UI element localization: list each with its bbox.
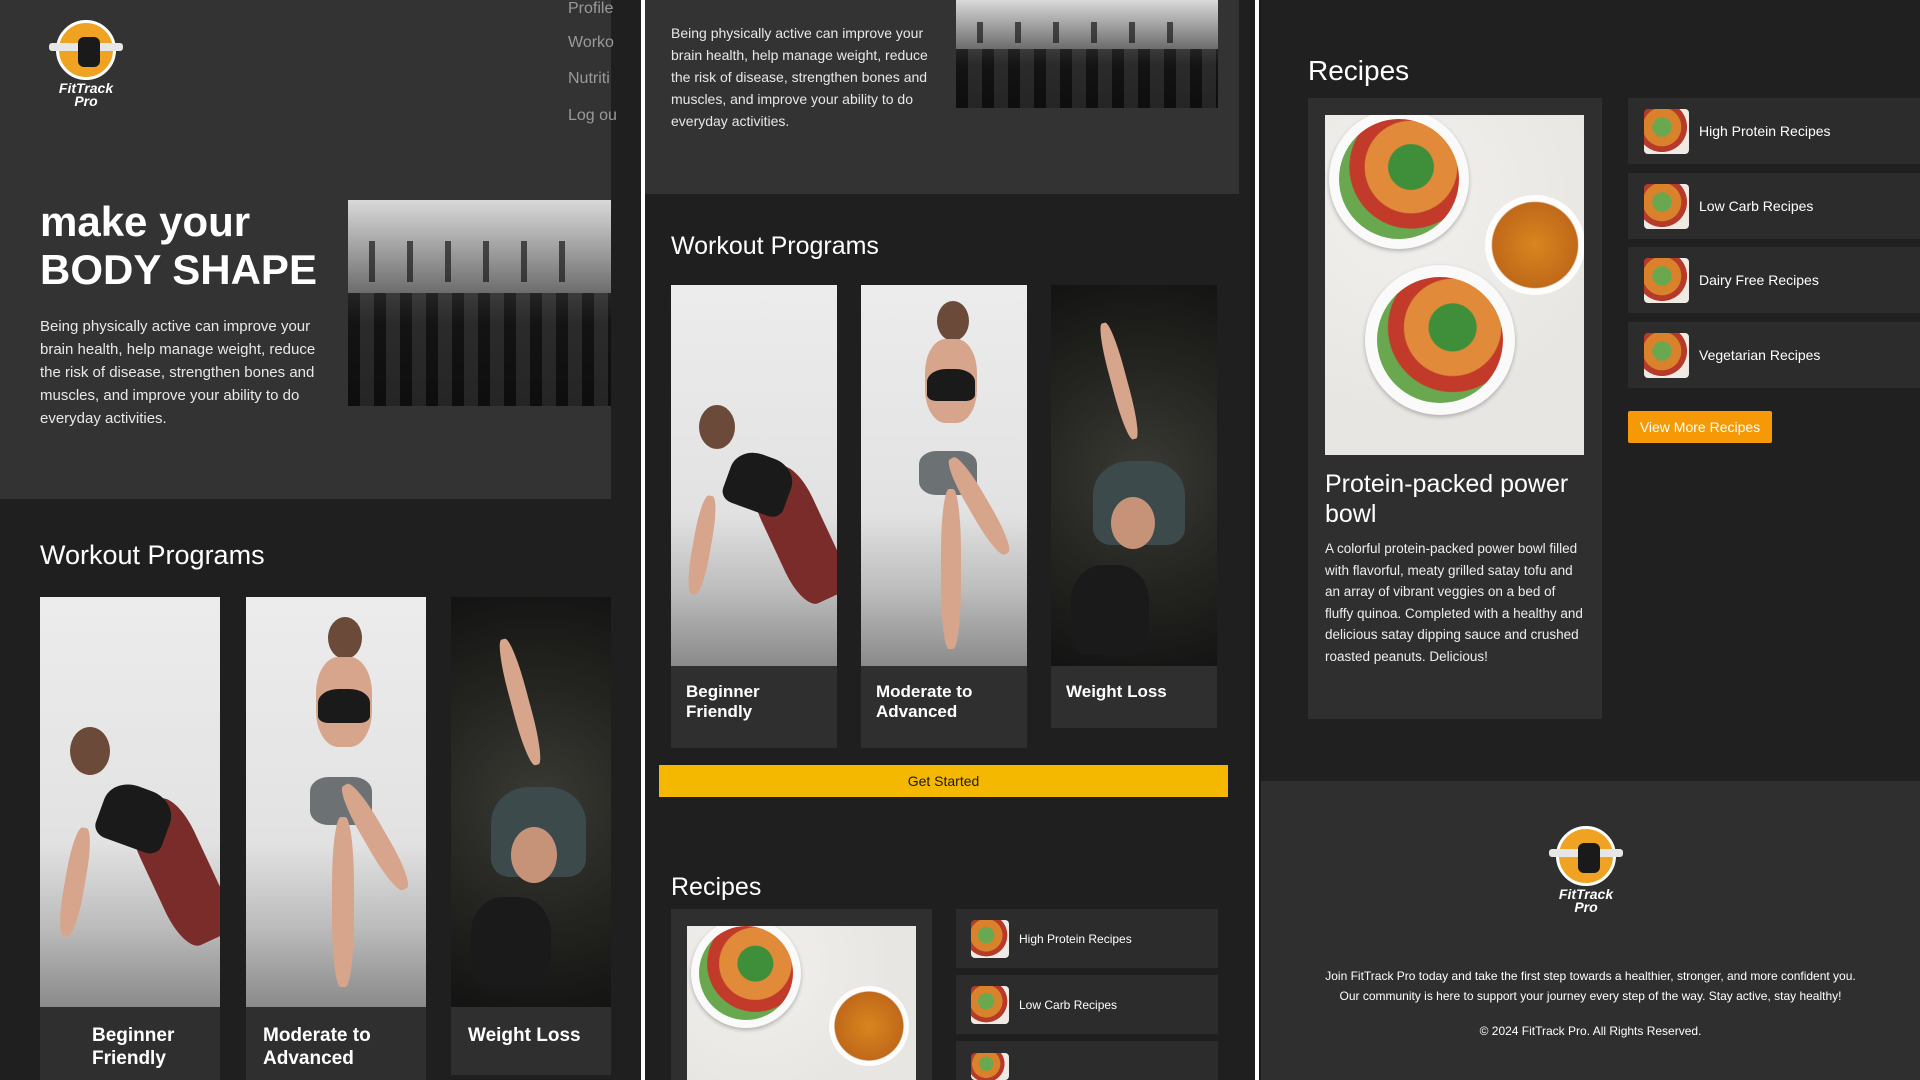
workout-programs-heading: Workout Programs bbox=[671, 232, 879, 260]
recipe-category-dairy-free[interactable] bbox=[956, 1041, 1218, 1080]
workout-photo bbox=[40, 597, 220, 1007]
workout-photo bbox=[861, 285, 1027, 666]
workout-card-weight-loss[interactable]: Weight Loss bbox=[451, 597, 611, 1075]
screenshot-root: FitTrack Pro Profile Worko Nutriti Log o… bbox=[0, 0, 1920, 1080]
brand-name-sub: Pro bbox=[74, 93, 98, 109]
view-more-recipes-button[interactable]: View More Recipes bbox=[1628, 411, 1772, 443]
footer-logo[interactable]: FitTrack Pro bbox=[1549, 826, 1623, 915]
workout-card-beginner[interactable]: Beginner Friendly bbox=[40, 597, 220, 1080]
recipe-thumbnail bbox=[1644, 108, 1689, 154]
hero-title: make your BODY SHAPE bbox=[40, 198, 317, 293]
recipe-photo bbox=[1325, 115, 1584, 455]
recipe-photo bbox=[687, 926, 916, 1080]
featured-recipe-card[interactable]: Protein-packed power bowl A colorful pro… bbox=[1308, 98, 1602, 719]
recipe-category-high-protein[interactable]: High Protein Recipes bbox=[1628, 98, 1920, 164]
nav-workouts[interactable]: Worko bbox=[568, 34, 614, 52]
workout-card-label: Beginner Friendly bbox=[686, 682, 760, 722]
recipe-thumbnail bbox=[1644, 183, 1689, 229]
footer-tagline: Join FitTrack Pro today and take the fir… bbox=[1325, 969, 1856, 1003]
workout-card-weight-loss[interactable]: Weight Loss bbox=[1051, 285, 1217, 728]
get-started-button[interactable]: Get Started bbox=[659, 765, 1228, 797]
nav-logout[interactable]: Log ou bbox=[568, 107, 617, 125]
workout-card-label: Weight Loss bbox=[468, 1025, 581, 1046]
dumbbell-fist-icon bbox=[49, 20, 123, 80]
workout-card-moderate[interactable]: Moderate to Advanced bbox=[246, 597, 426, 1080]
recipe-thumbnail bbox=[971, 919, 1009, 958]
recipe-thumbnail bbox=[1644, 257, 1689, 303]
recipe-thumbnail bbox=[971, 985, 1009, 1024]
workout-photo bbox=[451, 597, 611, 1007]
gym-photo bbox=[956, 0, 1218, 108]
recipes-heading: Recipes bbox=[671, 873, 762, 901]
recipe-category-dairy-free[interactable]: Dairy Free Recipes bbox=[1628, 247, 1920, 313]
workout-photo bbox=[1051, 285, 1217, 666]
recipe-category-low-carb[interactable]: Low Carb Recipes bbox=[956, 975, 1218, 1034]
workout-card-moderate[interactable]: Moderate to Advanced bbox=[861, 285, 1027, 748]
panel-divider bbox=[1255, 0, 1259, 1080]
recipe-thumbnail bbox=[1644, 332, 1689, 378]
page-view-middle: Being physically active can improve your… bbox=[645, 0, 1255, 1080]
brand-logo[interactable]: FitTrack Pro bbox=[49, 20, 123, 109]
featured-recipe-title: Protein-packed power bowl bbox=[1325, 470, 1569, 528]
dumbbell-fist-icon bbox=[1549, 826, 1623, 886]
page-view-bottom: Recipes Protein-packed power bowl A colo… bbox=[1261, 0, 1920, 1080]
nav-profile[interactable]: Profile bbox=[568, 0, 613, 18]
hero-description: Being physically active can improve your… bbox=[671, 25, 928, 129]
footer-copyright: © 2024 FitTrack Pro. All Rights Reserved… bbox=[1479, 1024, 1702, 1038]
featured-recipe-card[interactable] bbox=[671, 909, 932, 1080]
workout-photo bbox=[246, 597, 426, 1007]
recipe-category-high-protein[interactable]: High Protein Recipes bbox=[956, 909, 1218, 968]
workout-card-label: Moderate to Advanced bbox=[263, 1025, 371, 1069]
gym-photo bbox=[348, 200, 611, 406]
recipe-category-low-carb[interactable]: Low Carb Recipes bbox=[1628, 173, 1920, 239]
workout-programs-heading: Workout Programs bbox=[40, 540, 265, 570]
brand-name-sub: Pro bbox=[1574, 899, 1598, 915]
workout-card-label: Moderate to Advanced bbox=[876, 682, 973, 722]
workout-card-beginner[interactable]: Beginner Friendly bbox=[671, 285, 837, 748]
workout-card-label: Beginner Friendly bbox=[92, 1025, 175, 1069]
page-view-top: FitTrack Pro Profile Worko Nutriti Log o… bbox=[0, 0, 641, 1080]
hero-description: Being physically active can improve your… bbox=[40, 318, 316, 427]
recipe-category-vegetarian[interactable]: Vegetarian Recipes bbox=[1628, 322, 1920, 388]
featured-recipe-description: A colorful protein-packed power bowl fil… bbox=[1325, 541, 1583, 664]
nav-nutrition[interactable]: Nutriti bbox=[568, 70, 610, 88]
workout-card-label: Weight Loss bbox=[1066, 682, 1167, 701]
workout-photo bbox=[671, 285, 837, 666]
recipe-thumbnail bbox=[971, 1053, 1009, 1080]
recipes-heading: Recipes bbox=[1308, 55, 1410, 86]
